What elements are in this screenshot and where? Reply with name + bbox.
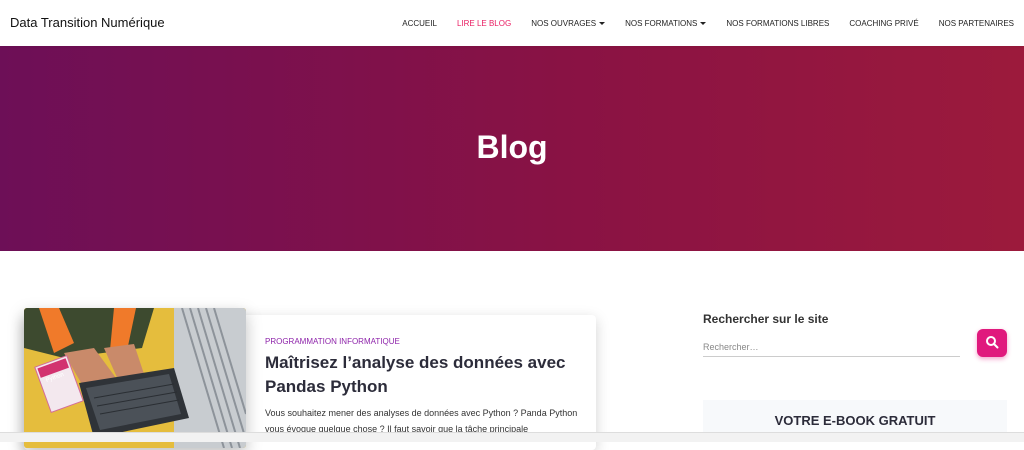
post-thumbnail[interactable]: Python (24, 308, 246, 448)
nav-item-nos-formations[interactable]: NOS FORMATIONS (615, 19, 716, 28)
nav-label: NOS FORMATIONS (625, 18, 698, 28)
top-navbar: Data Transition Numérique ACCUEIL LIRE L… (0, 0, 1024, 46)
nav-item-coaching-prive[interactable]: COACHING PRIVÉ (839, 19, 928, 28)
page-title: Blog (476, 129, 548, 165)
nav-label: NOS FORMATIONS LIBRES (726, 18, 830, 28)
nav-label: NOS OUVRAGES (531, 18, 597, 28)
horizontal-scrollbar[interactable] (0, 432, 1024, 442)
nav-label: ACCUEIL (402, 18, 437, 28)
post-title[interactable]: Maîtrisez l’analyse des données avec Pan… (265, 351, 585, 399)
nav-item-accueil[interactable]: ACCUEIL (392, 19, 447, 28)
site-brand[interactable]: Data Transition Numérique (10, 15, 165, 30)
ebook-widget-title: VOTRE E-BOOK GRATUIT (774, 413, 936, 428)
nav-item-nos-formations-libres[interactable]: NOS FORMATIONS LIBRES (716, 19, 839, 28)
search-widget-title: Rechercher sur le site (703, 312, 829, 326)
blog-post-card[interactable]: Python PROGRAMMATION INFORMATIQUE Maîtri… (24, 308, 596, 450)
nav-item-nos-partenaires[interactable]: NOS PARTENAIRES (929, 19, 1024, 28)
nav-label: LIRE LE BLOG (456, 18, 512, 28)
search-icon (985, 335, 999, 352)
nav-label: COACHING PRIVÉ (849, 18, 919, 28)
caret-down-icon (599, 21, 606, 25)
hero-banner: Blog (0, 46, 1024, 251)
nav-item-nos-ouvrages[interactable]: NOS OUVRAGES (521, 19, 615, 28)
search-button[interactable] (977, 329, 1007, 357)
nav-label: NOS PARTENAIRES (938, 18, 1014, 28)
nav-item-lire-le-blog[interactable]: LIRE LE BLOG (447, 19, 521, 28)
search-input[interactable] (703, 337, 960, 357)
post-category[interactable]: PROGRAMMATION INFORMATIQUE (265, 337, 400, 346)
main-nav: ACCUEIL LIRE LE BLOG NOS OUVRAGES NOS FO… (392, 0, 1024, 46)
caret-down-icon (700, 21, 707, 25)
